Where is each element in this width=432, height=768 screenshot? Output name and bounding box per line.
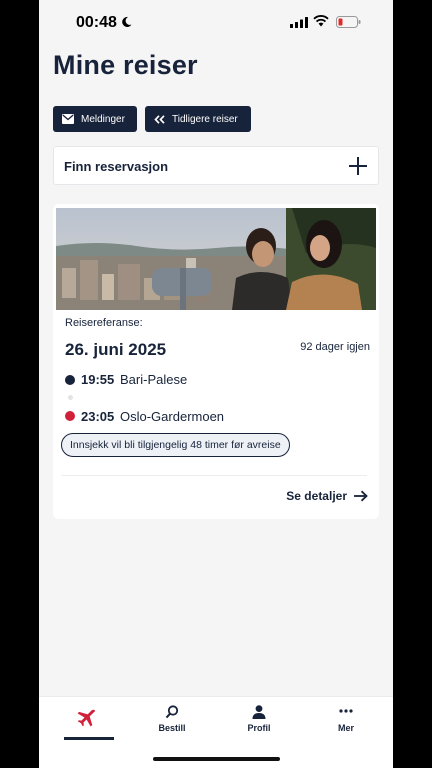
- route-connector-dot: [68, 395, 73, 400]
- status-bar: 00:48: [39, 0, 393, 46]
- home-indicator[interactable]: [153, 757, 280, 761]
- see-details-link[interactable]: Se detaljer: [286, 489, 368, 503]
- trip-date: 26. juni 2025: [65, 340, 167, 359]
- departure-time: 19:55: [81, 372, 115, 387]
- airplane-icon: [77, 709, 96, 727]
- checkin-notice-badge: Innsjekk vil bli tilgjengelig 48 timer f…: [61, 433, 290, 457]
- arrow-right-icon: [354, 490, 368, 502]
- trip-photo: [56, 208, 376, 310]
- nav-label-profile: Profil: [247, 723, 271, 733]
- wifi-icon: [313, 15, 329, 27]
- page-title: Mine reiser: [53, 50, 198, 80]
- active-tab-indicator: [64, 737, 114, 740]
- plus-icon[interactable]: [349, 157, 367, 175]
- departure-place: Bari-Palese: [120, 372, 188, 387]
- see-details-label: Se detaljer: [286, 489, 347, 503]
- nav-label-more: Mer: [337, 723, 354, 733]
- departure-dot: [65, 375, 75, 385]
- moon-icon: [122, 16, 132, 27]
- trip-card[interactable]: Reisereferanse: 26. juni 2025 92 dager i…: [53, 204, 379, 519]
- double-chevron-left-icon: [154, 114, 165, 124]
- previous-trips-label: Tidligere reiser: [172, 113, 238, 125]
- search-icon: [165, 705, 179, 719]
- nav-item-trips[interactable]: [42, 697, 130, 747]
- nav-label-book: Bestill: [158, 723, 186, 733]
- messages-label: Meldinger: [81, 113, 125, 125]
- battery-low-icon: [336, 16, 361, 28]
- card-divider: [61, 475, 367, 476]
- mail-icon: [62, 114, 74, 124]
- bottom-nav: Bestill Profil Mer: [39, 696, 393, 768]
- nav-item-profile[interactable]: Profil: [215, 697, 303, 747]
- arrival-place: Oslo-Gardermoen: [120, 409, 225, 424]
- nav-item-more[interactable]: Mer: [302, 697, 390, 747]
- status-time: 00:48: [76, 14, 117, 31]
- arrival-dot: [65, 411, 75, 421]
- more-dots-icon: [339, 709, 353, 713]
- signal-icon: [290, 17, 308, 28]
- previous-trips-button[interactable]: Tidligere reiser: [145, 106, 251, 132]
- nav-item-book[interactable]: Bestill: [128, 697, 216, 747]
- messages-button[interactable]: Meldinger: [53, 106, 137, 132]
- find-reservation-label: Finn reservasjon: [64, 159, 169, 174]
- days-left: 92 dager igjen: [300, 341, 370, 353]
- reference-label: Reisereferanse:: [65, 317, 143, 329]
- app-screen: 00:48 Mine reiser Meldinger Tidligere re…: [39, 0, 393, 768]
- find-reservation-row[interactable]: Finn reservasjon: [53, 146, 379, 185]
- arrival-time: 23:05: [81, 409, 115, 424]
- person-icon: [252, 705, 266, 719]
